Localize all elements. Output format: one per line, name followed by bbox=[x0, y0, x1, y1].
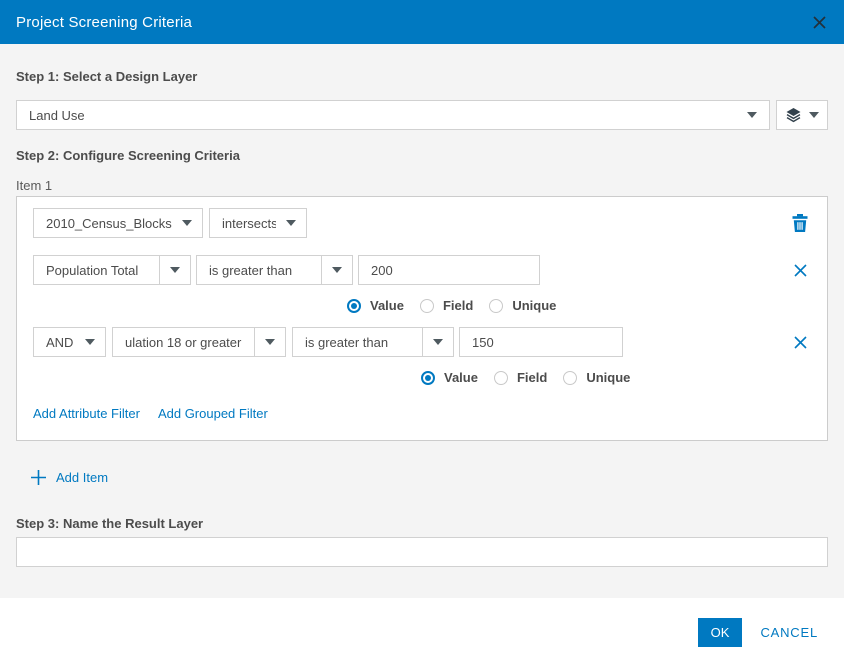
radio-icon bbox=[420, 299, 434, 313]
step2-label: Step 2: Configure Screening Criteria bbox=[16, 148, 828, 164]
spatial-filter-row: 2010_Census_Blocks intersects bbox=[33, 208, 811, 238]
filter1-operator-dropdown[interactable]: is greater than bbox=[196, 255, 353, 285]
filter1-operator-value: is greater than bbox=[197, 256, 321, 284]
chevron-down-icon bbox=[747, 112, 757, 118]
radio-label: Unique bbox=[512, 298, 556, 313]
chevron-down-icon bbox=[332, 267, 342, 273]
add-item-label: Add Item bbox=[56, 470, 108, 485]
close-button[interactable] bbox=[811, 14, 828, 31]
dialog-header: Project Screening Criteria bbox=[0, 0, 844, 44]
dialog-title: Project Screening Criteria bbox=[16, 14, 192, 31]
layers-icon bbox=[785, 107, 802, 123]
chevron-down-icon bbox=[286, 220, 296, 226]
design-layer-row: Land Use bbox=[16, 100, 828, 130]
chevron-down-icon bbox=[809, 112, 819, 118]
radio-selected-icon bbox=[421, 371, 435, 385]
filter1-radio-value[interactable]: Value bbox=[347, 298, 404, 313]
add-attribute-filter-link[interactable]: Add Attribute Filter bbox=[33, 406, 140, 421]
filter1-value-type-radios: Value Field Unique bbox=[347, 298, 811, 313]
chevron-down-icon bbox=[433, 339, 443, 345]
radio-label: Field bbox=[517, 370, 547, 385]
source-layer-dropdown[interactable]: 2010_Census_Blocks bbox=[33, 208, 203, 238]
radio-label: Value bbox=[370, 298, 404, 313]
layer-options-button[interactable] bbox=[776, 100, 828, 130]
item-1-label: Item 1 bbox=[16, 178, 828, 193]
close-icon bbox=[793, 263, 808, 278]
filter2-radio-field[interactable]: Field bbox=[494, 370, 547, 385]
source-layer-value: 2010_Census_Blocks bbox=[34, 209, 172, 237]
filter2-field-dropdown[interactable]: ulation 18 or greater bbox=[112, 327, 286, 357]
filter1-field-value: Population Total bbox=[34, 256, 159, 284]
delete-item-button[interactable] bbox=[792, 214, 808, 232]
add-item-link[interactable]: Add Item bbox=[30, 468, 150, 486]
filter2-operator-value: is greater than bbox=[293, 328, 422, 356]
remove-filter2-button[interactable] bbox=[793, 335, 808, 350]
spatial-operator-value: intersects bbox=[210, 209, 276, 237]
chevron-down-icon bbox=[265, 339, 275, 345]
close-icon bbox=[793, 335, 808, 350]
chevron-down-icon bbox=[85, 339, 95, 345]
step3-label: Step 3: Name the Result Layer bbox=[16, 516, 828, 532]
screening-item-1: 2010_Census_Blocks intersects bbox=[16, 196, 828, 441]
dialog-footer: OK CANCEL bbox=[0, 598, 844, 666]
remove-filter1-button[interactable] bbox=[793, 263, 808, 278]
chevron-down-icon bbox=[182, 220, 192, 226]
spatial-operator-dropdown[interactable]: intersects bbox=[209, 208, 307, 238]
cancel-button[interactable]: CANCEL bbox=[760, 625, 818, 640]
result-layer-name-input[interactable] bbox=[16, 537, 828, 567]
dialog-body: Step 1: Select a Design Layer Land Use S… bbox=[0, 69, 844, 567]
radio-selected-icon bbox=[347, 299, 361, 313]
ok-button[interactable]: OK bbox=[698, 618, 743, 647]
radio-icon bbox=[563, 371, 577, 385]
radio-icon bbox=[494, 371, 508, 385]
filter2-value-input[interactable] bbox=[459, 327, 623, 357]
radio-label: Value bbox=[444, 370, 478, 385]
filter2-value-type-radios: Value Field Unique bbox=[421, 370, 811, 385]
chevron-down-icon bbox=[170, 267, 180, 273]
project-screening-criteria-dialog: Project Screening Criteria Step 1: Selec… bbox=[0, 0, 844, 666]
close-icon bbox=[811, 14, 828, 31]
trash-icon bbox=[792, 214, 808, 232]
step1-label: Step 1: Select a Design Layer bbox=[16, 69, 828, 85]
radio-icon bbox=[489, 299, 503, 313]
radio-label: Field bbox=[443, 298, 473, 313]
filter1-value-input[interactable] bbox=[358, 255, 540, 285]
plus-icon bbox=[30, 469, 47, 486]
filter2-field-value: ulation 18 or greater bbox=[113, 328, 254, 356]
radio-label: Unique bbox=[586, 370, 630, 385]
filter2-logical-value: AND bbox=[34, 328, 75, 356]
design-layer-select[interactable]: Land Use bbox=[16, 100, 770, 130]
filter2-logical-dropdown[interactable]: AND bbox=[33, 327, 106, 357]
filter1-radio-field[interactable]: Field bbox=[420, 298, 473, 313]
add-grouped-filter-link[interactable]: Add Grouped Filter bbox=[158, 406, 268, 421]
filter1-radio-unique[interactable]: Unique bbox=[489, 298, 556, 313]
filter-links-row: Add Attribute Filter Add Grouped Filter bbox=[33, 406, 811, 421]
filter1-field-dropdown[interactable]: Population Total bbox=[33, 255, 191, 285]
attribute-filter-row-1: Population Total is greater than bbox=[33, 255, 811, 285]
attribute-filter-row-2: AND ulation 18 or greater is greater tha… bbox=[33, 327, 811, 357]
filter2-operator-dropdown[interactable]: is greater than bbox=[292, 327, 454, 357]
design-layer-select-value: Land Use bbox=[29, 108, 85, 123]
filter2-radio-unique[interactable]: Unique bbox=[563, 370, 630, 385]
filter2-radio-value[interactable]: Value bbox=[421, 370, 478, 385]
